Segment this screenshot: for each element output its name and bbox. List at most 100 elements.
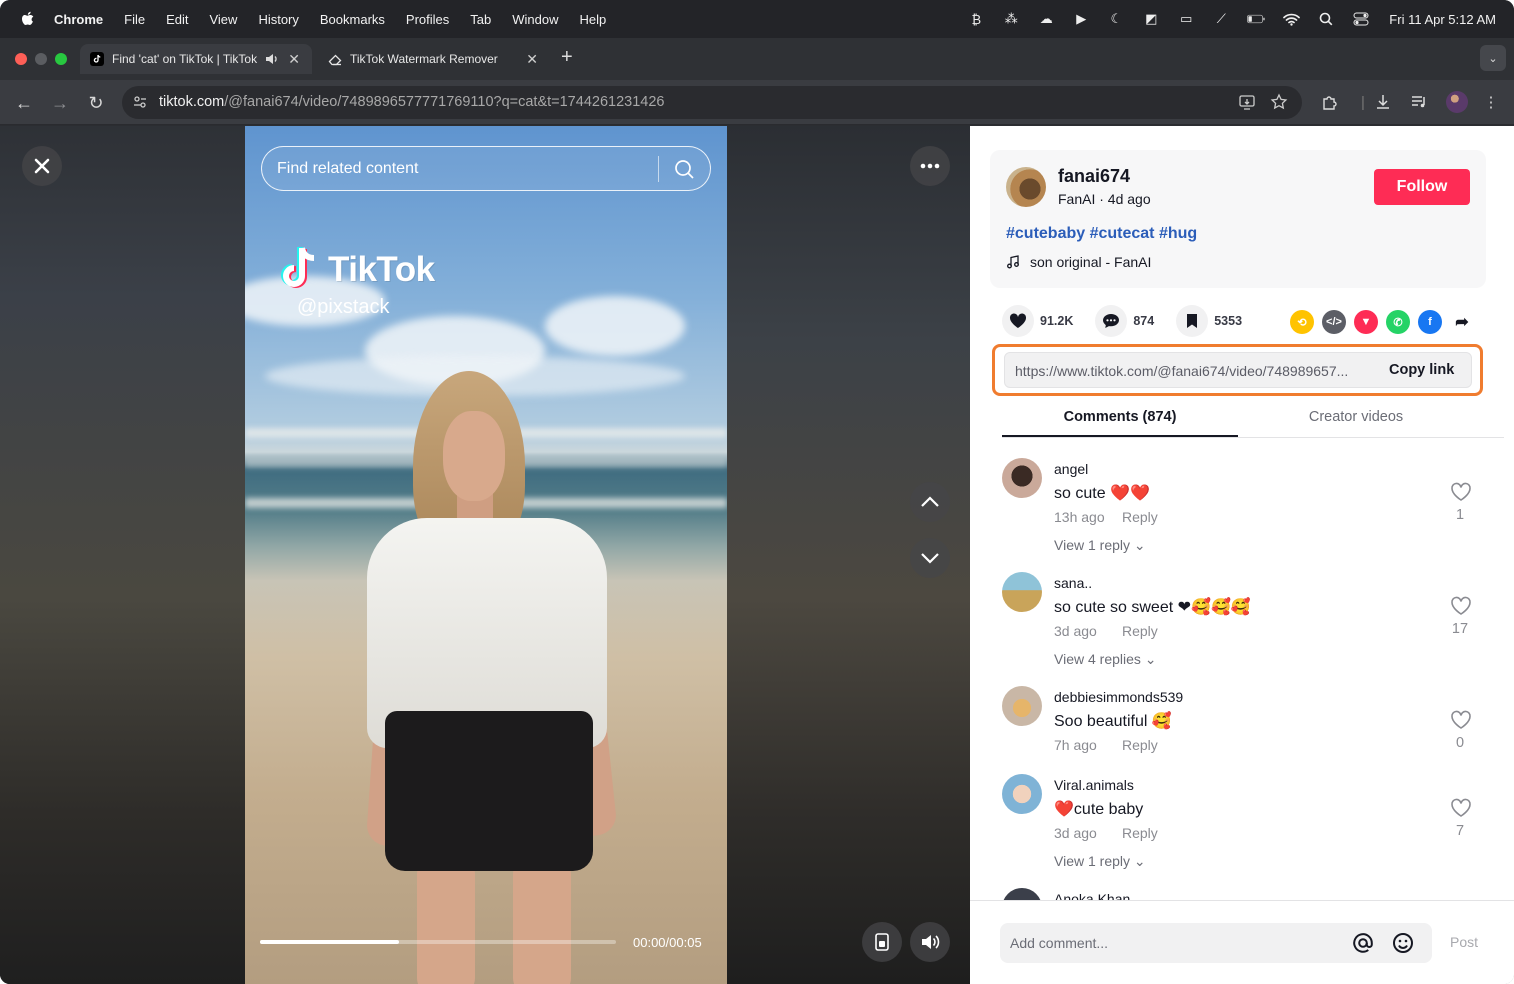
- emoji-smile-icon[interactable]: [1392, 932, 1414, 954]
- post-music[interactable]: son original - FanAI: [1006, 254, 1151, 270]
- apple-icon[interactable]: [20, 10, 36, 28]
- heart-outline-icon[interactable]: [1450, 596, 1472, 616]
- site-settings-icon[interactable]: [132, 94, 148, 110]
- comment-bubble-icon[interactable]: [1095, 305, 1128, 337]
- commenter-name[interactable]: Anoka Khan: [1054, 891, 1130, 900]
- install-app-icon[interactable]: [1238, 93, 1256, 111]
- bookmark-icon[interactable]: [1176, 305, 1209, 337]
- close-tab-icon[interactable]: ✕: [288, 51, 300, 68]
- back-arrow-icon[interactable]: ←: [13, 92, 35, 114]
- commenter-name[interactable]: debbiesimmonds539: [1054, 689, 1183, 705]
- menu-window[interactable]: Window: [512, 12, 558, 27]
- repost-icon[interactable]: ⟲: [1290, 310, 1314, 334]
- view-replies[interactable]: View 1 reply ⌄: [1054, 853, 1146, 870]
- previous-video-chevron-up-icon[interactable]: [910, 482, 950, 522]
- display-icon[interactable]: ▭: [1177, 11, 1195, 26]
- zoom-window-button[interactable]: [55, 53, 67, 65]
- comment-stat[interactable]: 874: [1095, 305, 1154, 337]
- window-tiling-icon[interactable]: ◩: [1142, 11, 1160, 26]
- commenter-avatar[interactable]: [1002, 888, 1042, 900]
- more-vertical-icon[interactable]: ⋮: [1481, 92, 1501, 112]
- heart-outline-icon[interactable]: [1450, 710, 1472, 730]
- close-tab-icon[interactable]: ✕: [526, 51, 538, 68]
- menu-help[interactable]: Help: [580, 12, 607, 27]
- commenter-avatar[interactable]: [1002, 686, 1042, 726]
- tab-creator-videos[interactable]: Creator videos: [1238, 409, 1474, 425]
- close-window-button[interactable]: [15, 53, 27, 65]
- next-video-chevron-down-icon[interactable]: [910, 538, 950, 578]
- reply-button[interactable]: Reply: [1122, 737, 1158, 753]
- extensions-puzzle-icon[interactable]: [1320, 92, 1340, 112]
- copy-link-box[interactable]: https://www.tiktok.com/@fanai674/video/7…: [1004, 352, 1472, 388]
- video-link[interactable]: https://www.tiktok.com/@fanai674/video/7…: [1015, 363, 1375, 379]
- share-arrow-icon[interactable]: ➦: [1450, 310, 1474, 334]
- tab-watermark-remover[interactable]: TikTok Watermark Remover fo ✕: [318, 44, 550, 74]
- play-circle-icon[interactable]: ▶: [1072, 11, 1090, 26]
- minimize-window-button[interactable]: [35, 53, 47, 65]
- menu-tab[interactable]: Tab: [470, 12, 491, 27]
- reload-icon[interactable]: ↻: [85, 92, 107, 114]
- author-avatar[interactable]: [1006, 167, 1046, 207]
- new-tab-icon[interactable]: +: [561, 46, 573, 69]
- forward-arrow-icon[interactable]: →: [49, 92, 71, 114]
- reply-button[interactable]: Reply: [1122, 825, 1158, 841]
- menu-file[interactable]: File: [124, 12, 145, 27]
- facebook-icon[interactable]: f: [1418, 310, 1442, 334]
- close-video-icon[interactable]: [22, 146, 62, 186]
- address-bar[interactable]: tiktok.com/@fanai674/video/7489896577771…: [122, 86, 1302, 119]
- post-comment-button[interactable]: Post: [1450, 934, 1478, 950]
- volume-icon[interactable]: [910, 922, 950, 962]
- embed-code-icon[interactable]: </>: [1322, 310, 1346, 334]
- speaker-icon[interactable]: [264, 51, 280, 67]
- view-replies[interactable]: View 1 reply ⌄: [1054, 537, 1146, 554]
- commenter-avatar[interactable]: [1002, 774, 1042, 814]
- view-replies[interactable]: View 4 replies ⌄: [1054, 651, 1157, 668]
- post-hashtags[interactable]: #cutebaby #cutecat #hug: [1006, 225, 1197, 243]
- heart-outline-icon[interactable]: [1450, 798, 1472, 818]
- control-center-icon[interactable]: [1352, 12, 1370, 26]
- tab-tiktok-search[interactable]: Find 'cat' on TikTok | TikTok ✕: [80, 44, 312, 74]
- commenter-name[interactable]: angel: [1054, 461, 1088, 477]
- battery-icon[interactable]: [1247, 12, 1265, 26]
- dots-cluster-icon[interactable]: ⁂: [1002, 11, 1020, 26]
- commenter-avatar[interactable]: [1002, 572, 1042, 612]
- moon-icon[interactable]: ☾: [1107, 11, 1125, 26]
- bookmark-star-icon[interactable]: [1270, 93, 1288, 111]
- more-options-icon[interactable]: [910, 146, 950, 186]
- save-stat[interactable]: 5353: [1176, 305, 1242, 337]
- download-icon[interactable]: [1373, 92, 1393, 112]
- commenter-avatar[interactable]: [1002, 458, 1042, 498]
- video-progress-bar[interactable]: [260, 940, 616, 944]
- author-username[interactable]: fanai674: [1058, 166, 1130, 187]
- floating-player-icon[interactable]: [862, 922, 902, 962]
- commenter-name[interactable]: sana..: [1054, 575, 1092, 591]
- clock[interactable]: Fri 11 Apr 5:12 AM: [1389, 12, 1496, 27]
- commenter-name[interactable]: Viral.animals: [1054, 777, 1134, 793]
- menu-history[interactable]: History: [258, 12, 298, 27]
- heart-icon[interactable]: [1002, 305, 1034, 337]
- reply-button[interactable]: Reply: [1122, 623, 1158, 639]
- tab-comments[interactable]: Comments (874): [1002, 409, 1238, 425]
- menu-profiles[interactable]: Profiles: [406, 12, 449, 27]
- spotlight-search-icon[interactable]: [1317, 12, 1335, 26]
- send-to-friends-icon[interactable]: ▼: [1354, 310, 1378, 334]
- creative-cloud-icon[interactable]: ☁: [1037, 11, 1055, 26]
- url-text[interactable]: tiktok.com/@fanai674/video/7489896577771…: [159, 94, 664, 110]
- comment-input[interactable]: Add comment...: [1000, 923, 1432, 963]
- heart-outline-icon[interactable]: [1450, 482, 1472, 502]
- menu-bookmarks[interactable]: Bookmarks: [320, 12, 385, 27]
- like-stat[interactable]: 91.2K: [1002, 305, 1073, 337]
- wifi-icon[interactable]: [1282, 12, 1300, 26]
- menu-app-name[interactable]: Chrome: [54, 12, 103, 27]
- tab-search-chevron-icon[interactable]: ⌄: [1480, 45, 1506, 71]
- menu-view[interactable]: View: [209, 12, 237, 27]
- search-icon[interactable]: [673, 158, 695, 180]
- find-related-search[interactable]: Find related content: [261, 146, 711, 191]
- mute-icon[interactable]: ⟋: [1212, 11, 1230, 26]
- profile-avatar[interactable]: [1446, 91, 1468, 113]
- copy-link-button[interactable]: Copy link: [1389, 362, 1454, 378]
- follow-button[interactable]: Follow: [1374, 169, 1470, 205]
- reply-button[interactable]: Reply: [1122, 509, 1158, 525]
- mention-at-icon[interactable]: [1352, 932, 1374, 954]
- media-controls-icon[interactable]: [1409, 92, 1429, 112]
